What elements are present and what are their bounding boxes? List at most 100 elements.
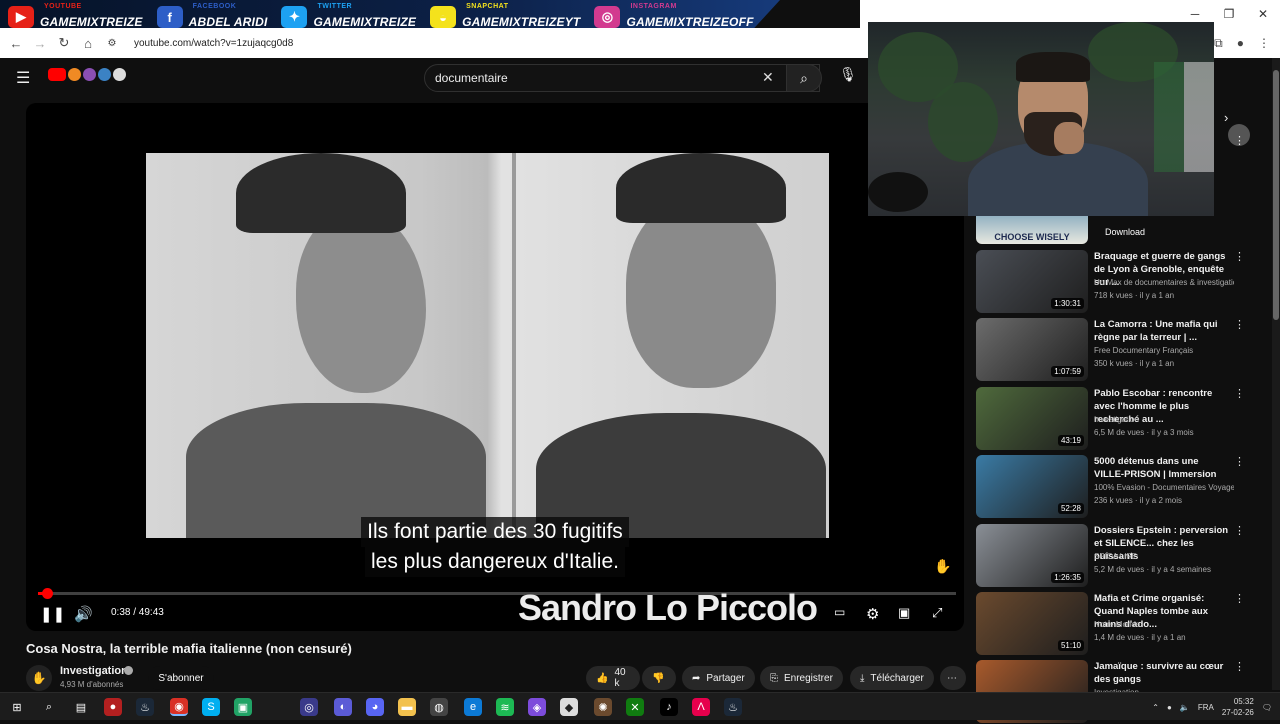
extensions-icon[interactable]: ⧉ xyxy=(1214,36,1223,51)
more-vertical-icon[interactable]: ⋮ xyxy=(1234,387,1245,400)
app-icon[interactable]: ● xyxy=(104,698,122,716)
xbox-icon[interactable]: ✕ xyxy=(626,698,644,716)
recommendation-channel[interactable]: Un Max de documentaires & investigatio..… xyxy=(1094,278,1234,287)
address-bar-url[interactable]: youtube.com/watch?v=1zujaqcg0d8 xyxy=(134,38,293,49)
more-vertical-icon[interactable]: ⋮ xyxy=(1234,524,1245,537)
progress-scrubber[interactable] xyxy=(42,588,53,599)
steam-icon[interactable]: ♨ xyxy=(136,698,154,716)
tray-app-icon[interactable]: ● xyxy=(1167,703,1172,712)
volume-tray-icon[interactable]: 🔈 xyxy=(1180,703,1190,712)
search-button[interactable]: ⌕ xyxy=(786,64,822,92)
clear-search-icon[interactable]: ✕ xyxy=(762,69,774,86)
subscribe-button[interactable]: S'abonner xyxy=(148,666,214,690)
scrollbar[interactable] xyxy=(1272,58,1280,690)
recommendation-channel[interactable]: 100% Evasion - Documentaires Voyages xyxy=(1094,483,1234,492)
progress-bar[interactable] xyxy=(38,588,956,599)
video-thumbnail[interactable]: 1:07:59 xyxy=(976,318,1088,381)
video-player[interactable]: Ils font partie des 30 fugitifs les plus… xyxy=(26,103,964,631)
search-icon: ⌕ xyxy=(800,69,808,86)
recommendation-item[interactable]: 1:07:59 La Camorra : Une mafia qui règne … xyxy=(976,318,1266,382)
settings-gear-icon[interactable]: ⚙ xyxy=(866,605,879,623)
save-button[interactable]: ⎘ Enregistrer xyxy=(760,666,843,690)
recommendation-title[interactable]: 5000 détenus dans une VILLE-PRISON | Imm… xyxy=(1094,455,1230,481)
more-vertical-icon[interactable]: ⋮ xyxy=(1234,592,1245,605)
video-thumbnail[interactable]: 51:10 xyxy=(976,592,1088,655)
search-taskbar-icon[interactable]: ⌕ xyxy=(40,698,58,716)
video-thumbnail[interactable]: 52:28 xyxy=(976,455,1088,518)
clock[interactable]: 05:32 27-02-26 xyxy=(1222,696,1254,718)
video-thumbnail[interactable]: 1:26:35 xyxy=(976,524,1088,587)
recommendation-channel[interactable]: Investigation xyxy=(1094,415,1234,424)
subtitles-icon[interactable]: ▭ xyxy=(834,605,845,619)
chrome-icon[interactable]: ◉ xyxy=(170,698,188,716)
hamburger-menu-icon[interactable]: ☰ xyxy=(16,68,30,88)
theater-mode-icon[interactable]: ▣ xyxy=(898,605,910,621)
recommendation-item[interactable]: 1:26:35 Dossiers Epstein : perversion et … xyxy=(976,524,1266,588)
chevron-up-icon[interactable]: ⌃ xyxy=(1152,703,1159,712)
tiktok-icon[interactable]: ♪ xyxy=(660,698,678,716)
steam-icon[interactable]: ♨ xyxy=(724,698,742,716)
microphone xyxy=(868,172,928,212)
app-icon[interactable]: ◍ xyxy=(430,698,448,716)
app-icon[interactable]: ◈ xyxy=(528,698,546,716)
video-thumbnail[interactable]: 43:19 xyxy=(976,387,1088,450)
app-icon[interactable]: Λ xyxy=(692,698,710,716)
like-button[interactable]: 👍 40 k xyxy=(586,666,640,690)
recommendation-item[interactable]: 52:28 5000 détenus dans une VILLE-PRISON … xyxy=(976,455,1266,519)
discord-icon[interactable]: ◕ xyxy=(366,698,384,716)
site-info-icon[interactable]: ⚙ xyxy=(100,38,124,49)
search-input[interactable]: documentaire xyxy=(424,64,820,92)
download-button[interactable]: ⤓ Télécharger xyxy=(850,666,934,690)
edge-icon[interactable]: e xyxy=(464,698,482,716)
app-icon[interactable]: ◐ xyxy=(334,698,352,716)
home-icon[interactable]: ⌂ xyxy=(76,36,100,51)
restore-icon[interactable]: ❐ xyxy=(1212,7,1246,21)
more-vertical-icon[interactable]: ⋮ xyxy=(1234,318,1245,331)
close-window-icon[interactable]: ✕ xyxy=(1246,7,1280,21)
minimize-icon[interactable]: ─ xyxy=(1178,7,1212,21)
scrollbar-thumb[interactable] xyxy=(1273,70,1279,320)
back-icon[interactable]: ← xyxy=(4,36,28,51)
recommendation-title[interactable]: La Camorra : Une mafia qui règne par la … xyxy=(1094,318,1230,344)
more-vertical-icon[interactable]: ⋮ xyxy=(1234,455,1245,468)
profile-icon[interactable]: ● xyxy=(1237,36,1244,51)
reload-icon[interactable]: ↻ xyxy=(52,35,76,51)
fullscreen-icon[interactable]: ⤢ xyxy=(932,605,942,621)
skype-icon[interactable]: S xyxy=(202,698,220,716)
more-actions-button[interactable]: ⋯ xyxy=(940,666,966,690)
browser-menu-icon[interactable]: ⋮ xyxy=(1258,36,1270,51)
share-button[interactable]: ➦ Partager xyxy=(682,666,755,690)
channel-avatar[interactable]: ✋ xyxy=(26,665,52,691)
video-thumbnail[interactable]: 1:30:31 xyxy=(976,250,1088,313)
recommendation-channel[interactable]: SPICA LIFE xyxy=(1094,552,1234,561)
app-icon[interactable]: ✺ xyxy=(594,698,612,716)
more-vertical-icon[interactable]: ⋮ xyxy=(1234,134,1245,147)
app-icon[interactable]: ▣ xyxy=(234,698,252,716)
notifications-icon[interactable]: 🗨 xyxy=(1262,703,1272,712)
app-icon[interactable]: ◆ xyxy=(560,698,578,716)
language-indicator[interactable]: FRA xyxy=(1198,703,1214,712)
task-view-icon[interactable]: ▤ xyxy=(72,698,90,716)
app-icon[interactable]: ◎ xyxy=(300,698,318,716)
more-vertical-icon[interactable]: ⋮ xyxy=(1234,660,1245,673)
pause-icon[interactable]: ❚❚ xyxy=(40,605,65,623)
volume-icon[interactable]: 🔊 xyxy=(74,605,93,623)
recommendation-item[interactable]: 43:19 Pablo Escobar : rencontre avec l'ho… xyxy=(976,387,1266,451)
recommendation-title[interactable]: Jamaïque : survivre au cœur des gangs xyxy=(1094,660,1230,686)
chevron-right-icon[interactable]: › xyxy=(1224,110,1228,125)
forward-icon[interactable]: → xyxy=(28,36,52,51)
recommendation-channel[interactable]: Free Documentary Français xyxy=(1094,346,1234,355)
channel-name[interactable]: Investigation xyxy=(60,665,128,677)
spotify-icon[interactable]: ≋ xyxy=(496,698,514,716)
youtube-logo[interactable] xyxy=(48,68,126,81)
ad-thumbnail[interactable]: CHOOSE WISELY xyxy=(976,216,1088,244)
windows-start-icon[interactable]: ⊞ xyxy=(8,698,26,716)
recommendation-item[interactable]: 1:30:31 Braquage et guerre de gangs de Ly… xyxy=(976,250,1266,314)
recommendation-item[interactable]: 51:10 Mafia et Crime organisé: Quand Napl… xyxy=(976,592,1266,656)
dislike-button[interactable]: 👎 xyxy=(642,666,676,690)
voice-search-icon[interactable]: 🎙 xyxy=(836,66,860,90)
more-vertical-icon[interactable]: ⋮ xyxy=(1234,250,1245,263)
recommendation-channel[interactable]: Notre Monde xyxy=(1094,620,1234,629)
folder-icon[interactable]: ▬ xyxy=(398,698,416,716)
download-chip[interactable]: Download xyxy=(1094,222,1156,242)
